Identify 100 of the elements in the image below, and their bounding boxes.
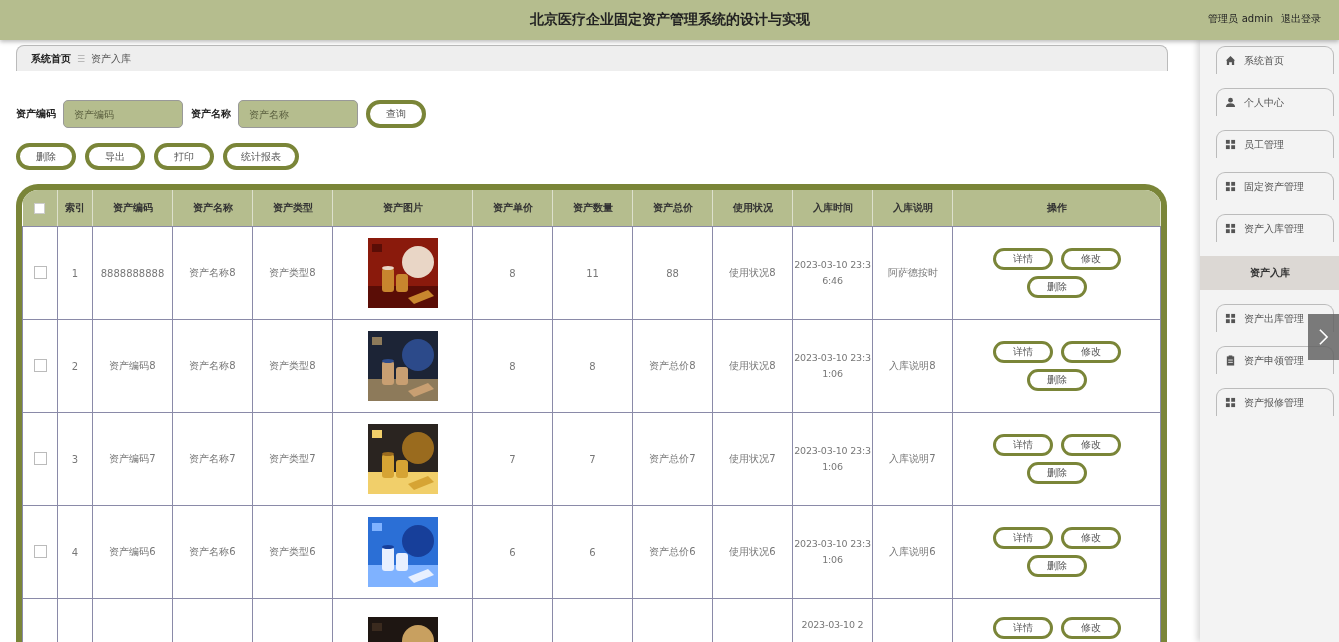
table-cell: 资产名称8 — [189, 267, 236, 278]
row-action-button[interactable]: 修改 — [1060, 341, 1121, 363]
table-cell: 6 — [509, 546, 516, 558]
sidebar-item[interactable]: 固定资产管理 — [1216, 172, 1334, 200]
grid-icon — [1225, 139, 1236, 150]
column-header: 入库说明 — [872, 190, 953, 227]
sidebar-item[interactable]: 员工管理 — [1216, 130, 1334, 158]
table-cell: 使用状况6 — [729, 546, 776, 557]
action-button[interactable]: 导出 — [85, 143, 145, 170]
table-cell: 1 — [71, 267, 79, 279]
row-action-button[interactable]: 删除 — [1026, 369, 1087, 391]
action-button[interactable]: 统计报表 — [223, 143, 299, 170]
row-action-button[interactable]: 修改 — [1060, 248, 1121, 270]
row-action-button[interactable]: 详情 — [992, 617, 1053, 639]
table-cell: 资产总价6 — [649, 546, 696, 557]
table-cell: 8 — [509, 360, 516, 372]
column-header: 资产数量 — [552, 190, 633, 227]
table-cell: 8888888888 — [100, 267, 165, 279]
table-cell: 资产总价8 — [649, 360, 696, 371]
breadcrumb-separator: ☰ — [77, 53, 86, 64]
table-cell: 6 — [589, 546, 596, 558]
table-cell: 入库说明6 — [889, 546, 936, 557]
row-action-button[interactable]: 修改 — [1060, 527, 1121, 549]
table-cell: 2023-03-10 2 — [801, 619, 864, 630]
search-field[interactable]: 资产名称 — [238, 100, 358, 128]
row-action-button[interactable]: 详情 — [992, 248, 1053, 270]
table-cell: 7 — [509, 453, 516, 465]
table-cell: 7 — [589, 453, 596, 465]
field-label: 资产编码 — [16, 107, 56, 121]
query-button[interactable]: 查询 — [366, 100, 426, 128]
select-all-checkbox[interactable] — [34, 202, 46, 214]
table-cell: 资产名称7 — [189, 453, 236, 464]
sidebar-item[interactable]: 系统首页 — [1216, 46, 1334, 74]
row-action-button[interactable]: 删除 — [1026, 276, 1087, 298]
table-cell: 2023-03-10 23:31:06 — [794, 537, 871, 565]
grid-icon — [1225, 313, 1236, 324]
breadcrumb-current: 资产入库 — [91, 51, 132, 66]
table-cell: 资产类型8 — [269, 267, 316, 278]
table-cell: 使用状况7 — [729, 453, 776, 464]
row-checkbox[interactable] — [33, 358, 47, 372]
row-action-button[interactable]: 删除 — [1026, 555, 1087, 577]
row-action-button[interactable]: 修改 — [1060, 617, 1121, 639]
table-cell: 4 — [71, 546, 79, 558]
table-cell: 资产编码6 — [109, 546, 156, 557]
table-cell: 2023-03-10 23:31:06 — [794, 351, 871, 379]
column-header: 资产总价 — [632, 190, 713, 227]
column-header: 使用状况 — [712, 190, 793, 227]
table-cell: 88 — [666, 267, 679, 279]
column-header: 资产编码 — [92, 190, 173, 227]
user-icon — [1225, 97, 1236, 108]
row-action-button[interactable]: 详情 — [992, 434, 1053, 456]
field-label: 资产名称 — [191, 107, 231, 121]
row-action-button[interactable]: 详情 — [992, 527, 1053, 549]
row-checkbox[interactable] — [33, 265, 47, 279]
table-cell: 资产类型6 — [269, 546, 316, 557]
next-arrow-button[interactable] — [1308, 314, 1339, 360]
table-cell: 11 — [586, 267, 599, 279]
table-cell: 入库说明8 — [889, 360, 936, 371]
table-cell: 3 — [71, 453, 79, 465]
search-field[interactable]: 资产编码 — [63, 100, 183, 128]
table-cell: 资产名称8 — [189, 360, 236, 371]
column-header: 资产图片 — [332, 190, 473, 227]
table-cell: 资产编码7 — [109, 453, 156, 464]
user-label: 管理员 admin — [1208, 12, 1273, 26]
table-cell: 2023-03-10 23:36:46 — [794, 258, 871, 286]
table-cell: 8 — [589, 360, 596, 372]
home-icon — [1225, 55, 1236, 66]
row-checkbox[interactable] — [33, 451, 47, 465]
table-cell: 使用状况8 — [729, 360, 776, 371]
sidebar-item[interactable]: 资产报修管理 — [1216, 388, 1334, 416]
column-header: 索引 — [57, 190, 93, 227]
column-header: 资产类型 — [252, 190, 333, 227]
sidebar-item[interactable]: 个人中心 — [1216, 88, 1334, 116]
row-checkbox[interactable] — [33, 544, 47, 558]
grid-icon — [1225, 223, 1236, 234]
sidebar-subitem[interactable]: 资产入库 — [1200, 256, 1339, 290]
sidebar-item[interactable]: 资产入库管理 — [1216, 214, 1334, 242]
page-title: 北京医疗企业固定资产管理系统的设计与实现 — [529, 11, 810, 29]
column-header: 入库时间 — [792, 190, 873, 227]
column-header: 资产名称 — [172, 190, 253, 227]
table-cell: 阿萨德按时 — [887, 267, 938, 278]
table-cell: 资产名称6 — [189, 546, 236, 557]
table-cell: 资产类型7 — [269, 453, 316, 464]
row-action-button[interactable]: 删除 — [1026, 462, 1087, 484]
row-action-button[interactable]: 详情 — [992, 341, 1053, 363]
breadcrumb-link[interactable]: 系统首页 — [31, 51, 71, 66]
table-cell: 资产类型8 — [269, 360, 316, 371]
logout-link[interactable]: 退出登录 — [1281, 12, 1321, 26]
column-header: 操作 — [952, 190, 1161, 227]
table-cell: 使用状况8 — [729, 267, 776, 278]
column-header: 资产单价 — [472, 190, 553, 227]
row-action-button[interactable]: 修改 — [1060, 434, 1121, 456]
chevron-right-icon — [1318, 328, 1329, 346]
table-cell: 8 — [509, 267, 516, 279]
action-button[interactable]: 打印 — [154, 143, 214, 170]
table-cell: 2 — [71, 360, 79, 372]
table-cell: 入库说明7 — [889, 453, 936, 464]
table-cell: 资产总价7 — [649, 453, 696, 464]
action-button[interactable]: 删除 — [16, 143, 76, 170]
grid-icon — [1225, 181, 1236, 192]
